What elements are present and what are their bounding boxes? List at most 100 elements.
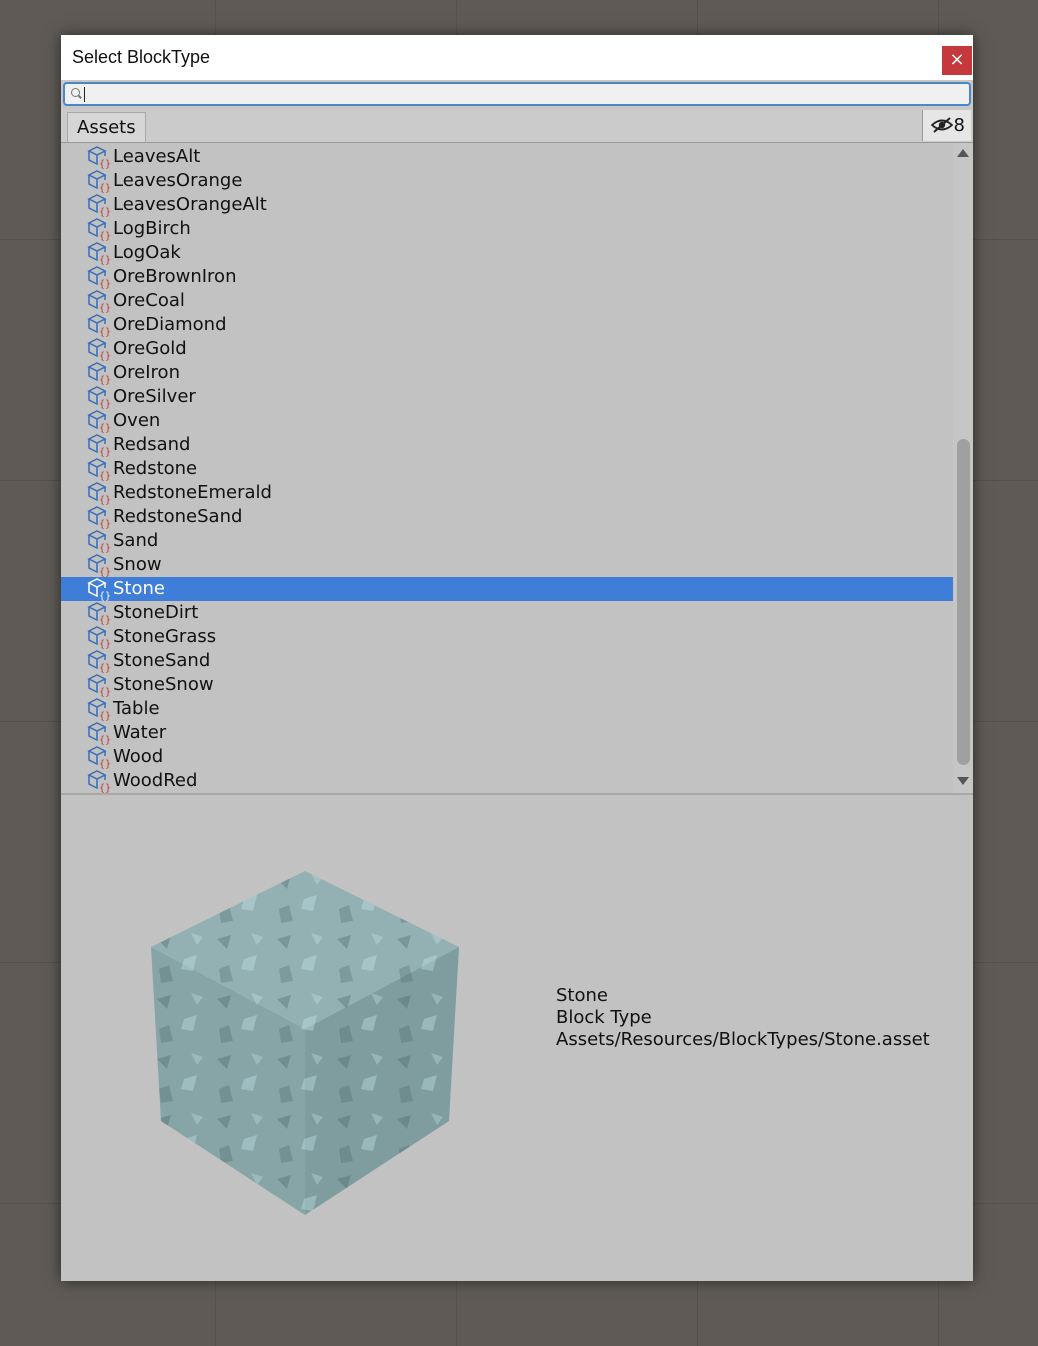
scroll-down-arrow-icon[interactable] [957, 777, 969, 785]
list-item-label: WoodRed [113, 770, 198, 791]
list-item-label: Water [113, 722, 167, 743]
list-item[interactable]: {} LeavesOrangeAlt [61, 193, 953, 217]
preview-info: Stone Block Type Assets/Resources/BlockT… [556, 985, 930, 1051]
svg-text:{}: {} [99, 423, 111, 433]
list-item[interactable]: {} LeavesOrange [61, 169, 953, 193]
scriptable-object-icon: {} [87, 170, 111, 193]
list-item[interactable]: {} OreIron [61, 361, 953, 385]
list-item-label: OreSilver [113, 386, 196, 407]
search-icon [71, 88, 80, 97]
list-item[interactable]: {} LeavesAlt [61, 145, 953, 169]
list-item[interactable]: {} OreCoal [61, 289, 953, 313]
svg-text:{}: {} [99, 711, 111, 721]
dialog-title: Select BlockType [72, 47, 211, 67]
list-item-label: LeavesAlt [113, 146, 201, 167]
hidden-packages-toggle[interactable]: 8 [922, 110, 971, 141]
list-item-label: RedstoneSand [113, 506, 243, 527]
list-item[interactable]: {} Redstone [61, 457, 953, 481]
svg-text:{}: {} [99, 303, 111, 313]
list-item[interactable]: {} Stone [61, 577, 953, 601]
scriptable-object-icon: {} [87, 578, 111, 601]
list-item[interactable]: {} OreGold [61, 337, 953, 361]
stone-block-preview-icon [151, 871, 459, 1215]
list-item[interactable]: {} StoneGrass [61, 625, 953, 649]
svg-text:{}: {} [99, 183, 111, 193]
scroll-thumb[interactable] [957, 439, 970, 765]
list-item-label: OreDiamond [113, 314, 227, 335]
list-item[interactable]: {} Redsand [61, 433, 953, 457]
list-item-label: StoneGrass [113, 626, 217, 647]
list-item[interactable]: {} OreSilver [61, 385, 953, 409]
list-item-label: LeavesOrangeAlt [113, 194, 267, 215]
preview-asset-path: Assets/Resources/BlockTypes/Stone.asset [556, 1029, 930, 1050]
title-bar[interactable]: Select BlockType × [61, 35, 973, 80]
svg-text:{}: {} [99, 519, 111, 529]
list-item-label: OreGold [113, 338, 187, 359]
svg-text:{}: {} [99, 207, 111, 217]
list-item[interactable]: {} Table [61, 697, 953, 721]
scroll-up-arrow-icon[interactable] [957, 149, 969, 157]
list-item[interactable]: {} StoneSnow [61, 673, 953, 697]
list-item[interactable]: {} OreDiamond [61, 313, 953, 337]
preview-asset-type: Block Type [556, 1007, 652, 1028]
list-item[interactable]: {} WoodRed [61, 769, 953, 793]
scriptable-object-icon: {} [87, 338, 111, 361]
svg-text:{}: {} [99, 615, 111, 625]
svg-text:{}: {} [99, 159, 111, 169]
list-item-label: Sand [113, 530, 159, 551]
list-item-label: Stone [113, 578, 165, 599]
scriptable-object-icon: {} [87, 218, 111, 241]
list-item[interactable]: {} StoneDirt [61, 601, 953, 625]
svg-text:{}: {} [99, 375, 111, 385]
svg-text:{}: {} [99, 663, 111, 673]
svg-text:{}: {} [99, 255, 111, 265]
scriptable-object-icon: {} [87, 434, 111, 457]
preview-asset-name: Stone [556, 985, 608, 1006]
search-input[interactable] [83, 84, 963, 104]
list-item[interactable]: {} RedstoneEmerald [61, 481, 953, 505]
svg-text:{}: {} [99, 735, 111, 745]
preview-panel: Stone Block Type Assets/Resources/BlockT… [61, 795, 973, 1281]
list-item-label: StoneDirt [113, 602, 199, 623]
scriptable-object-icon: {} [87, 722, 111, 745]
scriptable-object-icon: {} [87, 506, 111, 529]
list-item[interactable]: {} Snow [61, 553, 953, 577]
svg-text:{}: {} [99, 759, 111, 769]
list-item-label: Table [113, 698, 160, 719]
eye-off-icon [931, 117, 953, 133]
svg-text:{}: {} [99, 783, 111, 793]
list-item[interactable]: {} LogBirch [61, 217, 953, 241]
list-item-label: Wood [113, 746, 164, 767]
scriptable-object-icon: {} [87, 314, 111, 337]
list-item[interactable]: {} OreBrownIron [61, 265, 953, 289]
list-item[interactable]: {} LogOak [61, 241, 953, 265]
close-button[interactable]: × [942, 46, 972, 75]
asset-list[interactable]: {} LeavesAlt{} LeavesOrange{} LeavesOrangeA… [61, 143, 953, 793]
list-item[interactable]: {} StoneSand [61, 649, 953, 673]
list-item[interactable]: {} Sand [61, 529, 953, 553]
list-scrollbar[interactable] [953, 143, 973, 793]
scriptable-object-icon: {} [87, 266, 111, 289]
svg-text:{}: {} [99, 639, 111, 649]
svg-text:{}: {} [99, 351, 111, 361]
list-item-label: LogBirch [113, 218, 191, 239]
list-item[interactable]: {} RedstoneSand [61, 505, 953, 529]
list-item[interactable]: {} Wood [61, 745, 953, 769]
tab-assets[interactable]: Assets [67, 112, 146, 142]
scriptable-object-icon: {} [87, 410, 111, 433]
list-item-label: RedstoneEmerald [113, 482, 272, 503]
list-item-label: LogOak [113, 242, 181, 263]
svg-text:{}: {} [99, 591, 111, 601]
search-field[interactable] [63, 82, 971, 106]
svg-text:{}: {} [99, 687, 111, 697]
list-item-label: StoneSand [113, 650, 211, 671]
list-item[interactable]: {} Oven [61, 409, 953, 433]
list-item-label: OreCoal [113, 290, 185, 311]
svg-text:{}: {} [99, 399, 111, 409]
hidden-count: 8 [953, 115, 965, 136]
list-item-label: OreBrownIron [113, 266, 237, 287]
list-item-label: Redsand [113, 434, 191, 455]
tab-bar: Assets 8 [61, 110, 973, 143]
list-item[interactable]: {} Water [61, 721, 953, 745]
list-item-label: OreIron [113, 362, 180, 383]
